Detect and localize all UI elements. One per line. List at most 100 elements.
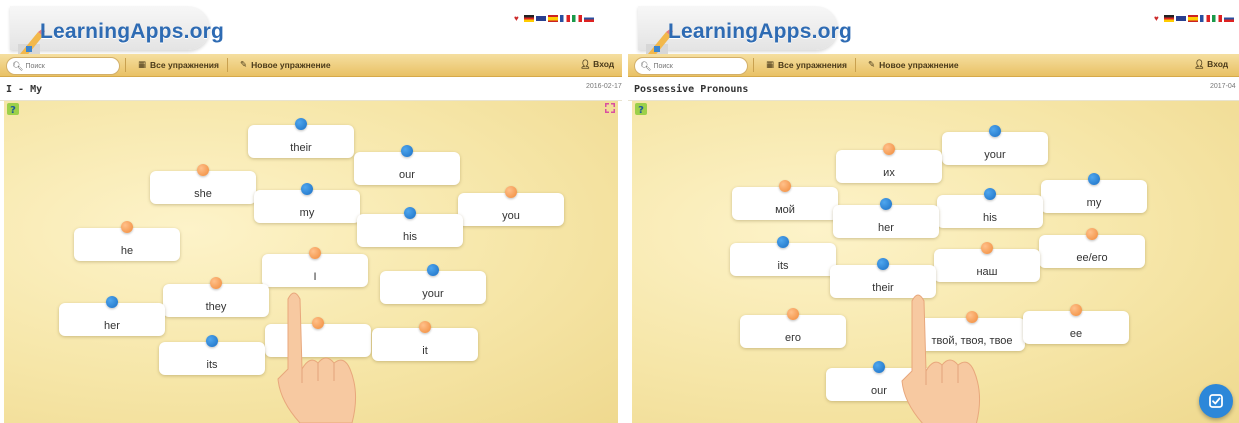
- word-card[interactable]: her: [833, 198, 939, 238]
- site-logo[interactable]: LearningApps.org: [638, 6, 858, 58]
- connector-dot[interactable]: [1086, 228, 1098, 240]
- connector-dot[interactable]: [295, 118, 307, 130]
- new-exercise-link[interactable]: ✎ Новое упражнение: [240, 59, 331, 70]
- word-card[interactable]: мой: [732, 180, 838, 220]
- word-card[interactable]: наш: [934, 242, 1040, 282]
- fullscreen-icon[interactable]: [605, 103, 615, 113]
- connector-dot[interactable]: [197, 164, 209, 176]
- card-label: I: [313, 271, 317, 283]
- flag-ru-icon[interactable]: [583, 15, 594, 22]
- connector-dot[interactable]: [301, 183, 313, 195]
- word-card[interactable]: its: [159, 335, 265, 375]
- nav-bar: 🔍︎ ▦ Все упражнения ✎ Новое упражнение 👤…: [628, 54, 1239, 77]
- word-card[interactable]: его: [740, 308, 846, 348]
- connector-dot[interactable]: [1088, 173, 1100, 185]
- search-box[interactable]: 🔍︎: [634, 57, 748, 75]
- connector-dot[interactable]: [981, 242, 993, 254]
- connector-dot[interactable]: [779, 180, 791, 192]
- connector-dot[interactable]: [210, 277, 222, 289]
- connector-dot[interactable]: [427, 264, 439, 276]
- new-exercise-link[interactable]: ✎ Новое упражнение: [868, 59, 959, 70]
- flag-it-icon[interactable]: [571, 15, 582, 22]
- all-exercises-link[interactable]: ▦ Все упражнения: [766, 59, 847, 70]
- connector-dot[interactable]: [883, 143, 895, 155]
- connector-dot[interactable]: [1070, 304, 1082, 316]
- help-icon[interactable]: ?: [7, 103, 19, 115]
- flag-uk-icon[interactable]: [535, 15, 546, 22]
- flag-uk-icon[interactable]: [1175, 15, 1186, 22]
- word-card[interactable]: our: [826, 361, 932, 401]
- card-label: its: [206, 359, 218, 371]
- check-answers-button[interactable]: [1199, 384, 1233, 418]
- word-card[interactable]: he: [74, 221, 180, 261]
- word-card[interactable]: my: [1041, 173, 1147, 213]
- all-exercises-link[interactable]: ▦ Все упражнения: [138, 59, 219, 70]
- connector-dot[interactable]: [121, 221, 133, 233]
- word-card[interactable]: she: [150, 164, 256, 204]
- word-card[interactable]: their: [248, 118, 354, 158]
- search-box[interactable]: 🔍︎: [6, 57, 120, 75]
- connector-dot[interactable]: [966, 311, 978, 323]
- word-card[interactable]: his: [357, 207, 463, 247]
- flag-it-icon[interactable]: [1211, 15, 1222, 22]
- connector-dot[interactable]: [880, 198, 892, 210]
- flag-de-icon[interactable]: [523, 15, 534, 22]
- card-label: your: [984, 149, 1006, 161]
- connector-dot[interactable]: [877, 258, 889, 270]
- word-card[interactable]: her: [59, 296, 165, 336]
- word-card[interactable]: his: [937, 188, 1043, 228]
- word-card[interactable]: your: [942, 125, 1048, 165]
- new-exercise-label: Новое упражнение: [879, 59, 959, 70]
- connector-dot[interactable]: [787, 308, 799, 320]
- connector-dot[interactable]: [312, 317, 324, 329]
- connector-dot[interactable]: [419, 321, 431, 333]
- word-card[interactable]: их: [836, 143, 942, 183]
- heart-icon[interactable]: ♥: [1154, 14, 1159, 23]
- connector-dot[interactable]: [401, 145, 413, 157]
- word-card[interactable]: my: [254, 183, 360, 223]
- exercise-title-bar: I - My 2016-02-17: [0, 78, 622, 101]
- connector-dot[interactable]: [777, 236, 789, 248]
- word-card[interactable]: ее: [1023, 304, 1129, 344]
- language-flags[interactable]: ♥: [514, 14, 594, 23]
- card-label: your: [422, 288, 444, 300]
- word-card[interactable]: твой, твоя, твое: [919, 311, 1025, 351]
- word-card[interactable]: I: [262, 247, 368, 287]
- flag-fr-icon[interactable]: [1199, 15, 1210, 22]
- exercise-board: ? your их my мой his her ее/его its наш …: [632, 101, 1239, 423]
- flag-es-icon[interactable]: [547, 15, 558, 22]
- login-button[interactable]: 👤︎ Вход: [1194, 59, 1228, 70]
- word-card[interactable]: our: [354, 145, 460, 185]
- word-card[interactable]: it: [372, 321, 478, 361]
- word-card[interactable]: they: [163, 277, 269, 317]
- connector-dot[interactable]: [989, 125, 1001, 137]
- connector-dot[interactable]: [873, 361, 885, 373]
- search-input[interactable]: [25, 62, 106, 70]
- word-card[interactable]: your: [380, 264, 486, 304]
- user-icon: 👤︎: [580, 59, 591, 69]
- login-button[interactable]: 👤︎ Вход: [580, 59, 614, 70]
- language-flags[interactable]: ♥: [1154, 14, 1234, 23]
- flag-ru-icon[interactable]: [1223, 15, 1234, 22]
- flag-de-icon[interactable]: [1163, 15, 1174, 22]
- flag-es-icon[interactable]: [1187, 15, 1198, 22]
- help-icon[interactable]: ?: [635, 103, 647, 115]
- word-card[interactable]: you: [458, 186, 564, 226]
- flag-fr-icon[interactable]: [559, 15, 570, 22]
- word-card[interactable]: their: [830, 258, 936, 298]
- connector-dot[interactable]: [206, 335, 218, 347]
- search-input[interactable]: [653, 62, 734, 70]
- connector-dot[interactable]: [309, 247, 321, 259]
- connector-dot[interactable]: [984, 188, 996, 200]
- login-label: Вход: [1207, 59, 1229, 69]
- exercise-board: ? their our she my you his he I your the…: [4, 101, 618, 423]
- connector-dot[interactable]: [404, 207, 416, 219]
- heart-icon[interactable]: ♥: [514, 14, 519, 23]
- connector-dot[interactable]: [505, 186, 517, 198]
- site-logo[interactable]: LearningApps.org: [10, 6, 230, 58]
- word-card[interactable]: [265, 317, 371, 357]
- search-icon: 🔍︎: [12, 60, 24, 71]
- word-card[interactable]: its: [730, 236, 836, 276]
- connector-dot[interactable]: [106, 296, 118, 308]
- word-card[interactable]: ее/его: [1039, 228, 1145, 268]
